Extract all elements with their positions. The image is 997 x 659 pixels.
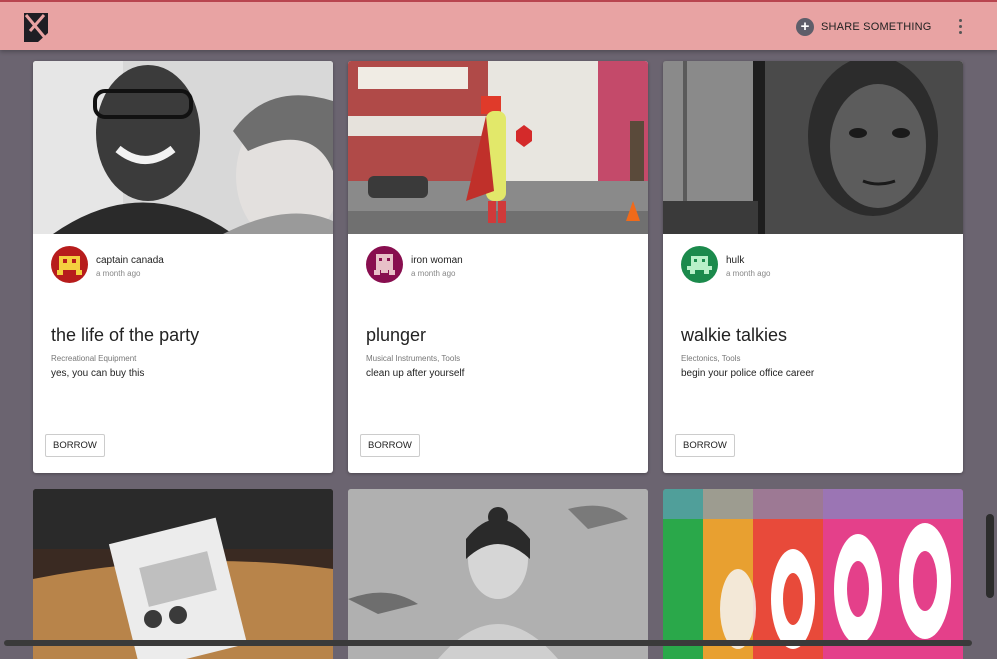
item-card[interactable] xyxy=(348,489,648,659)
item-description: yes, you can buy this xyxy=(51,368,145,379)
item-card[interactable]: hulk a month ago walkie talkies Electoni… xyxy=(663,61,963,473)
borrow-button[interactable]: BORROW xyxy=(360,434,420,457)
item-description: begin your police office career xyxy=(681,368,815,379)
item-tags: Recreational Equipment xyxy=(51,354,137,363)
item-card[interactable]: captain canada a month ago the life of t… xyxy=(33,61,333,473)
item-tags: Musical Instruments, Tools xyxy=(366,354,461,363)
boomtown-logo-icon[interactable] xyxy=(20,9,52,45)
item-photo xyxy=(348,489,648,659)
posted-time: a month ago xyxy=(726,269,771,278)
item-description: clean up after yourself xyxy=(366,368,465,379)
item-photo xyxy=(663,489,963,659)
horizontal-scrollbar[interactable] xyxy=(4,640,972,646)
vertical-scrollbar[interactable] xyxy=(986,514,994,598)
item-title: the life of the party xyxy=(51,325,200,345)
item-photo xyxy=(663,61,963,234)
owner-name: hulk xyxy=(726,255,745,266)
share-something-label: SHARE SOMETHING xyxy=(821,21,932,33)
item-card[interactable]: iron woman a month ago plunger Musical I… xyxy=(348,61,648,473)
avatar xyxy=(51,246,88,283)
item-photo xyxy=(33,489,333,659)
borrow-button[interactable]: BORROW xyxy=(45,434,105,457)
borrow-button[interactable]: BORROW xyxy=(675,434,735,457)
avatar xyxy=(366,246,403,283)
add-circle-icon: + xyxy=(796,18,814,36)
app-bar: + SHARE SOMETHING xyxy=(0,0,997,50)
item-photo xyxy=(348,61,648,234)
share-something-button[interactable]: + SHARE SOMETHING xyxy=(796,16,932,38)
owner-name: iron woman xyxy=(411,255,463,266)
item-title: plunger xyxy=(366,325,427,345)
item-photo xyxy=(33,61,333,234)
avatar xyxy=(681,246,718,283)
posted-time: a month ago xyxy=(411,269,456,278)
more-vert-icon[interactable] xyxy=(952,16,968,38)
item-title: walkie talkies xyxy=(681,325,788,345)
owner-name: captain canada xyxy=(96,255,164,266)
item-tags: Electonics, Tools xyxy=(681,354,741,363)
item-card[interactable] xyxy=(663,489,963,659)
posted-time: a month ago xyxy=(96,269,141,278)
item-card[interactable] xyxy=(33,489,333,659)
